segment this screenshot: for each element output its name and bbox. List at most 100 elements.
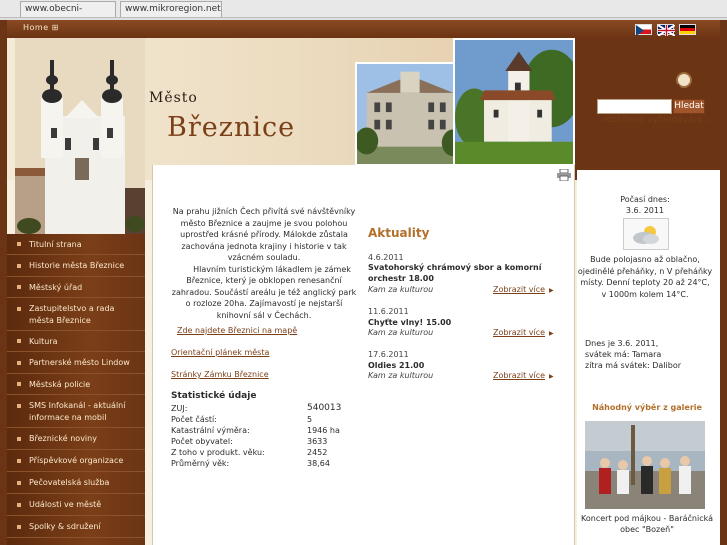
sidebar-item-label: Spolky & sdružení <box>29 522 101 531</box>
sidebar-item-organizace[interactable]: Příspěvkové organizace <box>7 450 145 472</box>
stat-label: Počet obyvatel: <box>171 437 233 446</box>
sidebar-item-pecovatelska[interactable]: Pečovatelská služba <box>7 472 145 494</box>
news-more-link[interactable]: Zobrazit více <box>493 328 545 337</box>
weather-date: 3.6. 2011 <box>625 206 665 215</box>
stat-label: Katastrální výměra: <box>171 426 250 435</box>
home-link[interactable]: Home ⊞ <box>23 23 59 32</box>
stat-label: ZUJ: <box>171 404 188 413</box>
city-plan-link[interactable]: Orientační plánek města <box>171 348 269 357</box>
sidebar-item-udalosti[interactable]: Události ve městě <box>7 494 145 516</box>
weather-icon <box>623 218 669 250</box>
main-content: Na prahu jižních Čech přivítá své návště… <box>152 165 575 545</box>
tab-obecni-urad[interactable]: www.obecni-urad.net <box>20 1 116 28</box>
browser-tab-bar: www.obecni-urad.net www.mikroregion.net <box>0 0 727 28</box>
nameday-today: Dnes je 3.6. 2011, <box>585 339 659 348</box>
stat-value: 3633 <box>307 437 328 446</box>
arrow-right-icon: ▶ <box>549 287 554 294</box>
stat-value: 540013 <box>307 403 342 413</box>
bullet-icon <box>17 404 21 408</box>
news-category: Kam za kulturou <box>368 285 434 294</box>
news-more-link[interactable]: Zobrazit více <box>493 371 545 380</box>
bullet-icon <box>17 503 21 507</box>
weather-description: Bude polojasno až oblačno, ojedinělé pře… <box>577 255 713 299</box>
sidebar-item-label: Městská policie <box>29 380 91 389</box>
sidebar-item-label: Příspěvkové organizace <box>29 456 124 465</box>
bullet-icon <box>17 459 21 463</box>
german-flag-icon[interactable] <box>679 24 696 35</box>
castle-photo <box>453 38 575 166</box>
printer-icon[interactable] <box>557 169 571 181</box>
sidebar-item-noviny[interactable]: Březnické noviny <box>7 428 145 450</box>
sidebar-item-label: Městský úřad <box>29 283 83 292</box>
map-link[interactable]: Zde najdete Březnici na mapě <box>177 326 297 335</box>
church-image <box>15 38 145 234</box>
magnifier-icon <box>671 72 692 93</box>
weather-title: Počasí dnes: 3.6. 2011 <box>577 194 713 216</box>
tab-label: www.mikroregion.net <box>125 4 221 14</box>
sidebar-item-label: Titulní strana <box>29 240 82 249</box>
stat-label: Průměrný věk: <box>171 459 230 468</box>
news-category: Kam za kulturou <box>368 371 434 380</box>
bullet-icon <box>17 285 21 289</box>
sidebar-item-titulni-strana[interactable]: Titulní strana <box>7 234 145 255</box>
news-date: 11.6.2011 <box>368 307 409 316</box>
news-headline[interactable]: Oldies 21.00 <box>368 360 554 371</box>
intro-text: Na prahu jižních Čech přivítá své návště… <box>171 206 357 321</box>
town-hall-photo <box>355 62 465 166</box>
bullet-icon <box>17 481 21 485</box>
bullet-icon <box>17 307 21 311</box>
bullet-icon <box>17 339 21 343</box>
intro-paragraph: Hlavním turistickým lákadlem je zámek Bř… <box>171 264 357 320</box>
page-title: Březnice <box>167 112 296 143</box>
news-category: Kam za kulturou <box>368 328 434 337</box>
nameday-today-name: svátek má: Tamara <box>585 350 662 359</box>
sidebar-item-label: Pečovatelská služba <box>29 478 110 487</box>
bullet-icon <box>17 242 21 246</box>
search-input[interactable] <box>597 99 672 114</box>
sidebar-item-label: Zastupitelstvo a rada města Březnice <box>29 304 115 325</box>
stat-value: 5 <box>307 415 313 424</box>
sidebar-item-partnerske-mesto[interactable]: Partnerské město Lindow <box>7 352 145 374</box>
bullet-icon <box>17 382 21 386</box>
advanced-search-link[interactable]: rozšířené vyhledávání ... <box>603 115 713 125</box>
sidebar-item-sms-infokanal[interactable]: SMS Infokanál - aktuální informace na mo… <box>7 395 145 428</box>
search-button[interactable]: Hledat <box>673 99 705 114</box>
sidebar-item-label: SMS Infokanál - aktuální informace na mo… <box>29 401 126 422</box>
tab-mikroregion[interactable]: www.mikroregion.net <box>120 1 222 17</box>
sidebar-item-label: Historie města Březnice <box>29 261 125 270</box>
english-flag-icon[interactable] <box>657 24 675 36</box>
gallery-title: Náhodný výběr z galerie <box>592 403 702 412</box>
sidebar-item-mestsky-urad[interactable]: Městský úřad <box>7 277 145 298</box>
sidebar-item-mestska-policie[interactable]: Městská policie <box>7 374 145 395</box>
sidebar-item-label: Partnerské město Lindow <box>29 358 130 367</box>
sidebar-item-label: Březnické noviny <box>29 434 97 443</box>
gallery-caption: Koncert pod májkou - Baráčnická obec "Bo… <box>581 514 713 534</box>
bullet-icon <box>17 437 21 441</box>
news-date: 4.6.2011 <box>368 253 404 262</box>
stat-label: Z toho v produkt. věku: <box>171 448 265 457</box>
bullet-icon <box>17 264 21 268</box>
sidebar-item-kultura[interactable]: Kultura <box>7 331 145 352</box>
nameday-info: Dnes je 3.6. 2011, svátek má: Tamara zít… <box>585 338 681 371</box>
stat-value: 1946 ha <box>307 426 340 435</box>
bullet-icon <box>17 361 21 365</box>
sidebar-item-label: Události ve městě <box>29 500 102 509</box>
city-label: Město <box>149 90 198 106</box>
page-frame: Home ⊞ Město Březnice Hledat rozšířené v… <box>7 20 720 545</box>
news-more-link[interactable]: Zobrazit více <box>493 285 545 294</box>
gallery-photo[interactable] <box>585 421 705 509</box>
sidebar-item-label: Kultura <box>29 337 58 346</box>
stat-value: 2452 <box>307 448 328 457</box>
sidebar-item-historie[interactable]: Historie města Březnice <box>7 255 145 277</box>
czech-flag-icon[interactable] <box>635 24 652 36</box>
news-date: 17.6.2011 <box>368 350 409 359</box>
arrow-right-icon: ▶ <box>549 330 554 337</box>
news-headline[interactable]: Svatohorský chrámový sbor a komorní orch… <box>368 262 554 284</box>
sidebar-item-zastupitelstvo[interactable]: Zastupitelstvo a rada města Březnice <box>7 298 145 331</box>
right-column: Počasí dnes: 3.6. 2011 Bude polojasno až… <box>577 170 720 545</box>
castle-site-link[interactable]: Stránky Zámku Březnice <box>171 370 269 379</box>
news-headline[interactable]: Chyťte vlny! 15.00 <box>368 317 554 328</box>
news-title: Aktuality <box>368 226 430 240</box>
arrow-right-icon: ▶ <box>549 373 554 380</box>
sidebar-item-spolky[interactable]: Spolky & sdružení <box>7 516 145 538</box>
